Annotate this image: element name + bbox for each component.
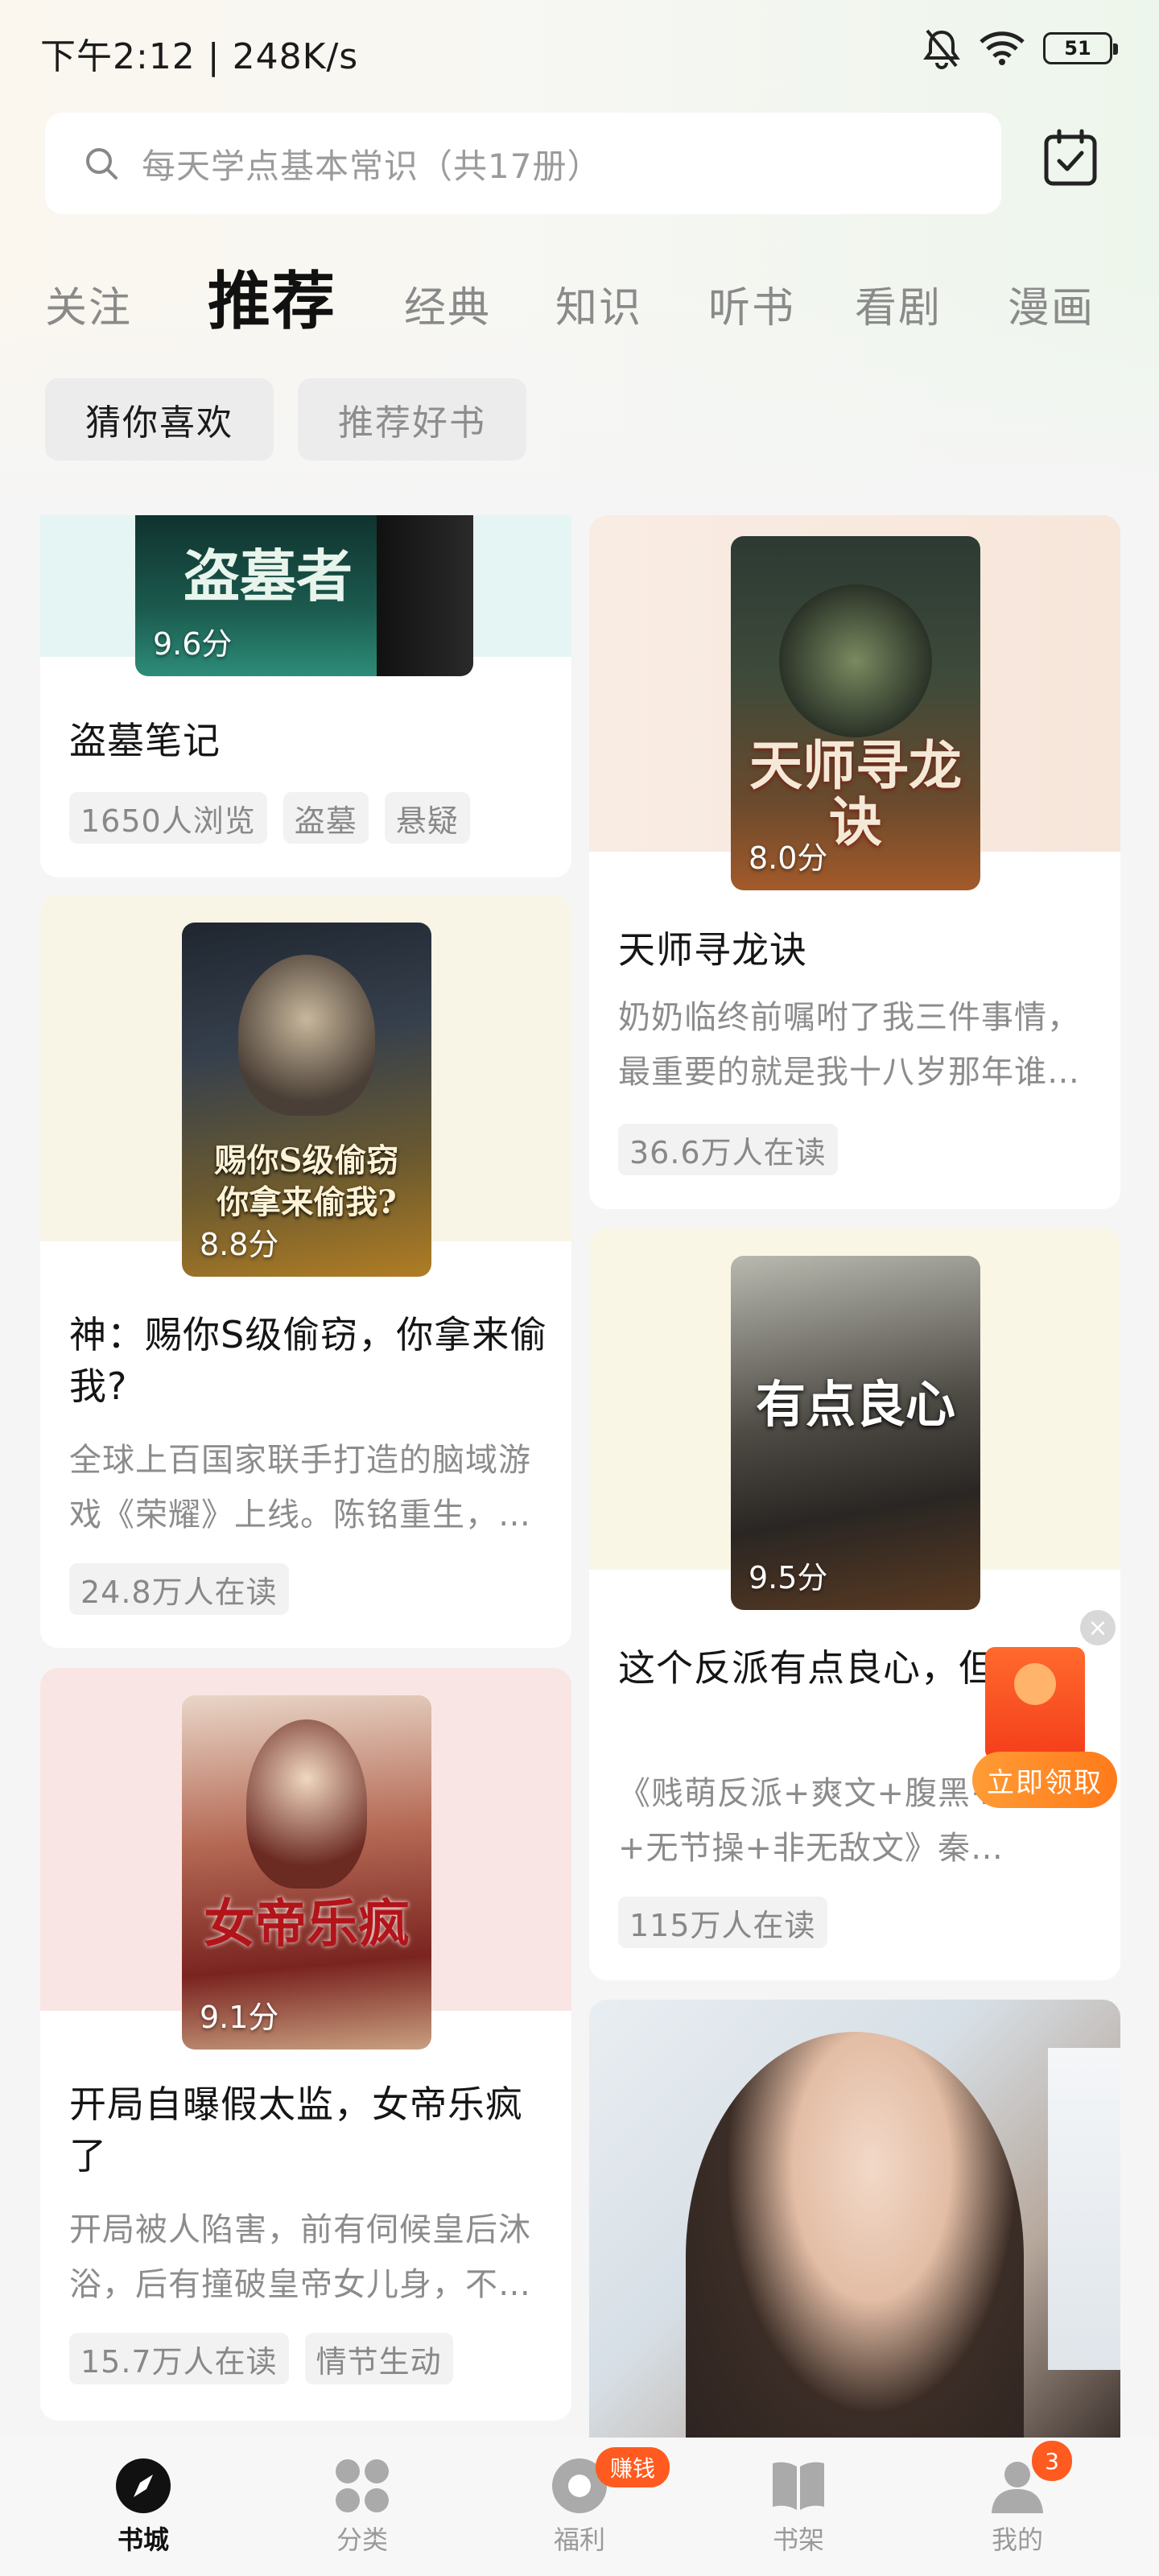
tab-classic[interactable]: 经典: [404, 274, 491, 334]
nav-bookstore[interactable]: 书城: [79, 2457, 208, 2557]
wifi-icon: [980, 31, 1025, 65]
search-placeholder: 每天学点基本常识（共17册）: [142, 146, 602, 186]
tag: 15.7万人在读: [69, 2333, 289, 2384]
window-shape: [1048, 2048, 1120, 2370]
book-card[interactable]: 有点良心 9.5分 这个反派有点良心，但不多! 《贱萌反派+爽文+腹黑+老六+无…: [589, 1228, 1120, 1980]
nav-category[interactable]: 分类: [298, 2457, 427, 2557]
cover-title-art: 赐你S级偷窃 你拿来偷我?: [214, 1141, 399, 1221]
red-packet-widget[interactable]: × 立即领取: [972, 1610, 1125, 1819]
battery-indicator: 51: [1043, 32, 1118, 64]
book-cover: 赐你S级偷窃 你拿来偷我? 8.8分: [182, 923, 431, 1277]
chip-guess-you-like[interactable]: 猜你喜欢: [45, 378, 274, 460]
red-envelope-icon: [985, 1647, 1085, 1760]
tab-follow[interactable]: 关注: [45, 274, 132, 334]
tag: 24.8万人在读: [69, 1563, 289, 1615]
book-cover: 天师寻龙诀 8.0分: [731, 536, 980, 890]
tag: 情节生动: [304, 2333, 453, 2384]
search-icon: [86, 148, 118, 180]
tag: 36.6万人在读: [618, 1124, 838, 1175]
tag: 1650人浏览: [69, 792, 267, 844]
book-score: 8.8分: [200, 1227, 279, 1262]
compass-icon: [114, 2457, 172, 2515]
search-bar[interactable]: 每天学点基本常识（共17册）: [45, 113, 1001, 214]
book-description: 开局被人陷害，前有伺候皇后沐浴，后有撞破皇帝女儿身，不…: [69, 2211, 531, 2303]
tab-recommend[interactable]: 推荐: [208, 251, 336, 341]
book-description: 全球上百国家联手打造的脑域游戏《荣耀》上线。陈铭重生，…: [69, 1442, 531, 1534]
photo-card[interactable]: [589, 2000, 1120, 2450]
nav-mine[interactable]: 我的 3: [953, 2441, 1082, 2557]
tag-row: 115万人在读: [618, 1897, 827, 1948]
book-score: 9.6分: [153, 626, 233, 662]
mute-bell-icon: [923, 29, 960, 69]
bottom-nav: 书城 分类 福利 赚钱 书架 我的 3: [0, 2438, 1159, 2576]
cover-title-art: 有点良心: [755, 1375, 955, 1434]
book-cover: 女帝乐疯 9.1分: [182, 1695, 431, 2050]
book-score: 8.0分: [749, 840, 828, 876]
book-card[interactable]: 天师寻龙诀 8.0分 天师寻龙诀 奶奶临终前嘱咐了我三件事情，最重要的就是我十八…: [589, 515, 1120, 1209]
status-time: 下午2:12 | 248K/s: [40, 36, 359, 77]
book-title: 天师寻龙诀: [618, 928, 807, 972]
book-title: 盗墓笔记: [69, 719, 221, 762]
calendar-check-icon[interactable]: [1043, 129, 1098, 187]
book-cover: 有点良心 9.5分: [731, 1256, 980, 1610]
tag-row: 15.7万人在读 情节生动: [69, 2333, 453, 2384]
book-card[interactable]: 女帝乐疯 9.1分 开局自曝假太监，女帝乐疯了 开局被人陷害，前有伺候皇后沐浴，…: [40, 1668, 571, 2421]
book-score: 9.1分: [200, 2000, 279, 2035]
photo-image: [686, 2032, 1024, 2450]
notification-badge: 3: [1032, 2441, 1072, 2481]
book-icon: [769, 2457, 827, 2515]
book-cover: 盗墓者 9.6分: [135, 515, 473, 676]
nav-label: 分类: [336, 2524, 388, 2555]
cover-title-art: 女帝乐疯: [204, 1894, 410, 1955]
book-title: 开局自曝假太监，女帝乐疯了: [69, 2083, 523, 2178]
earn-badge: 赚钱: [596, 2447, 670, 2487]
nav-label: 福利: [553, 2524, 605, 2555]
chip-recommended-books[interactable]: 推荐好书: [298, 378, 526, 460]
tag: 115万人在读: [618, 1897, 827, 1948]
nav-welfare[interactable]: 福利 赚钱: [515, 2447, 670, 2557]
tag-row: 1650人浏览 盗墓 悬疑: [69, 792, 470, 844]
tab-comics[interactable]: 漫画: [1008, 274, 1095, 334]
book-card[interactable]: 赐你S级偷窃 你拿来偷我? 8.8分 神：赐你S级偷窃，你拿来偷我? 全球上百国…: [40, 895, 571, 1648]
claim-button[interactable]: 立即领取: [972, 1752, 1117, 1808]
book-description: 奶奶临终前嘱咐了我三件事情，最重要的就是我十八岁那年谁…: [618, 999, 1080, 1091]
tag-row: 36.6万人在读: [618, 1124, 838, 1175]
tag: 悬疑: [384, 792, 470, 844]
nav-label: 书城: [117, 2524, 169, 2555]
nav-bookshelf[interactable]: 书架: [734, 2457, 863, 2557]
book-title: 神：赐你S级偷窃，你拿来偷我?: [69, 1313, 548, 1408]
close-icon[interactable]: ×: [1080, 1610, 1116, 1645]
book-score: 9.5分: [749, 1560, 828, 1596]
nav-label: 我的: [991, 2524, 1043, 2555]
status-bar: 下午2:12 | 248K/s 51: [0, 0, 1159, 97]
tab-audio[interactable]: 听书: [708, 274, 795, 334]
tag-row: 24.8万人在读: [69, 1563, 289, 1615]
book-card[interactable]: 盗墓者 9.6分 盗墓笔记 1650人浏览 盗墓 悬疑: [40, 515, 571, 877]
battery-level: 51: [1064, 37, 1091, 60]
filter-chips: 猜你喜欢 推荐好书: [45, 378, 526, 460]
tab-knowledge[interactable]: 知识: [555, 274, 642, 334]
status-icons: 51: [922, 27, 1118, 69]
tab-drama[interactable]: 看剧: [855, 274, 942, 334]
category-tabs: 关注 推荐 经典 知识 听书 看剧 漫画: [0, 242, 1159, 338]
tag: 盗墓: [283, 792, 369, 844]
coin-icon: [1014, 1663, 1056, 1705]
cover-title-art: 盗墓者: [184, 543, 353, 609]
grid-icon: [333, 2457, 391, 2515]
nav-label: 书架: [772, 2524, 824, 2555]
